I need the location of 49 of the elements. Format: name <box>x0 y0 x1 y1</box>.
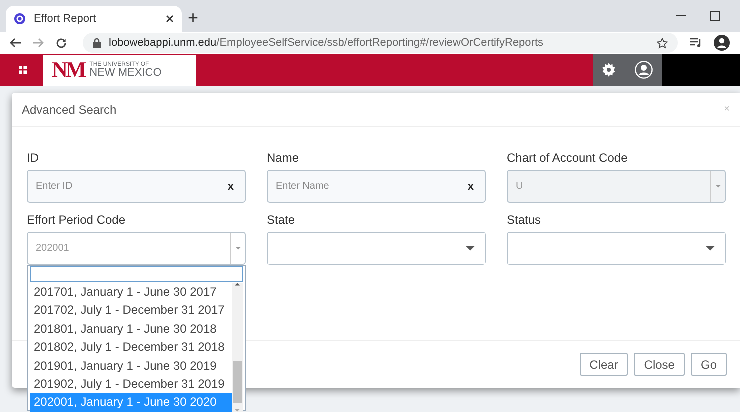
logo-text: NEW MEXICO <box>90 68 162 78</box>
dropdown-option[interactable]: 201701, January 1 - June 30 2017 <box>30 283 232 302</box>
field-label: Chart of Account Code <box>507 150 629 167</box>
gear-icon[interactable] <box>602 63 616 77</box>
dropdown-option[interactable]: 201901, January 1 - June 30 2019 <box>30 356 232 375</box>
caret-icon <box>716 185 720 188</box>
dropdown-option[interactable]: 201702, July 1 - December 31 2017 <box>30 301 232 320</box>
dialog-button[interactable]: Close <box>634 353 685 376</box>
caret-icon <box>706 246 715 251</box>
profile-icon[interactable] <box>714 35 730 51</box>
field-label: State <box>267 212 296 229</box>
field-label: Status <box>507 212 542 229</box>
dropdown-field[interactable] <box>507 232 726 265</box>
text-field[interactable]: Enter Name x <box>267 170 486 203</box>
reload-icon[interactable] <box>56 38 67 48</box>
url-text: lobowebappi.unm.edu/EmployeeSelfService/ssb/effortReporting#/reviewOrCertifyReports <box>109 37 544 49</box>
dialog-title: Advanced Search <box>22 102 117 116</box>
x-mark[interactable]: x <box>216 180 245 192</box>
dropdown-option[interactable]: 201801, January 1 - June 30 2018 <box>30 320 232 338</box>
address-bar[interactable]: lobowebappi.unm.edu/EmployeeSelfService/ssb/effortReporting#/reviewOrCertifyReports <box>83 33 678 53</box>
scrollbar[interactable] <box>232 283 243 412</box>
lock-icon <box>93 38 101 48</box>
close-icon[interactable] <box>166 15 174 23</box>
dropdown-field[interactable] <box>267 232 486 265</box>
select-value: U <box>515 181 524 192</box>
dialog-button[interactable]: Clear <box>580 353 628 376</box>
text-field[interactable]: Enter ID x <box>27 170 246 203</box>
caret-icon <box>236 247 240 250</box>
dropdown-option[interactable]: 201802, July 1 - December 31 2018 <box>30 338 232 357</box>
new-tab-button[interactable]: + <box>188 8 199 28</box>
browser-tab[interactable]: Effort Report <box>6 6 182 32</box>
caret-icon <box>466 246 475 251</box>
tab-title: Effort Report <box>34 13 98 25</box>
field-label: Effort Period Code <box>27 212 127 229</box>
site-icon <box>14 13 26 25</box>
field-label: Name <box>267 150 300 167</box>
apps-grid-icon[interactable] <box>19 66 27 74</box>
dropdown-option[interactable]: 201902, July 1 - December 31 2019 <box>30 374 232 394</box>
back-icon[interactable] <box>10 38 21 48</box>
logo-mark: NM <box>52 57 85 83</box>
select-value: 202001 <box>35 243 70 254</box>
user-icon[interactable] <box>634 61 653 79</box>
field-label: ID <box>27 150 40 167</box>
search-field[interactable] <box>30 266 243 282</box>
media-icon[interactable] <box>690 38 702 48</box>
x-mark[interactable]: x <box>456 180 485 192</box>
star-icon[interactable] <box>657 38 668 48</box>
maximize-icon[interactable] <box>710 11 720 21</box>
dialog-button[interactable]: Go <box>690 353 727 376</box>
